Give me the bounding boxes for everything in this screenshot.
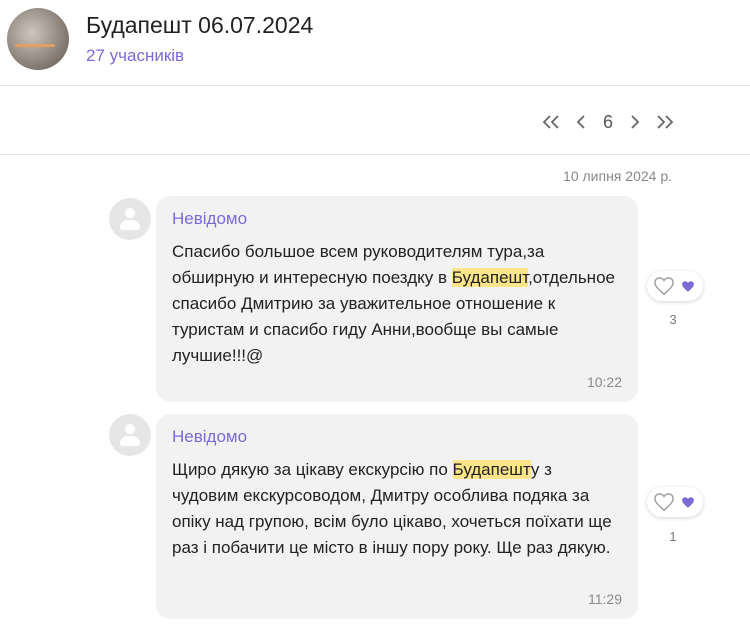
group-title: Будапешт 06.07.2024 [86,12,314,38]
message-bubble: Невідомо Щиро дякую за цікаву екскурсію … [156,414,638,619]
double-chevron-right-icon [657,115,674,129]
chat-header: Будапешт 06.07.2024 27 учасників [0,0,750,86]
heart-filled-icon [682,280,694,292]
message-author[interactable]: Невідомо [172,427,622,447]
avatar-decoration [15,44,55,47]
user-avatar-icon[interactable] [109,198,151,240]
date-separator: 10 липня 2024 р. [563,168,672,184]
reaction-count: 3 [669,312,677,327]
chevron-left-icon [576,115,585,129]
pagination-bar: 6 [0,87,750,155]
reaction-control[interactable] [647,271,703,301]
message-bubble: Невідомо Спасибо большое всем руководите… [156,196,638,402]
message-author[interactable]: Невідомо [172,209,622,229]
chevron-right-icon [631,115,640,129]
message-text-part: Щиро дякую за цікаву екскурсію по [172,460,453,479]
reaction-count: 1 [669,529,677,544]
message-time: 10:22 [586,374,622,390]
current-page-number: 6 [602,111,613,132]
first-page-button[interactable] [536,107,566,137]
last-page-button[interactable] [650,107,680,137]
message-text: Щиро дякую за цікаву екскурсію по Будапе… [172,457,622,561]
members-count-link[interactable]: 27 учасників [86,46,184,66]
heart-filled-icon [682,496,694,508]
previous-page-button[interactable] [566,107,596,137]
reaction-control[interactable] [647,487,703,517]
message-text: Спасибо большое всем руководителям тура,… [172,239,622,369]
pagination: 6 [536,107,680,137]
next-page-button[interactable] [620,107,650,137]
search-highlight: Будапешт [451,268,529,287]
double-chevron-left-icon [542,115,559,129]
user-avatar-icon[interactable] [109,414,151,456]
search-highlight: Будапешт [452,460,531,479]
heart-outline-icon[interactable] [653,492,675,512]
group-avatar[interactable] [7,8,69,70]
message-time: 11:29 [588,591,622,607]
heart-outline-icon[interactable] [653,276,675,296]
